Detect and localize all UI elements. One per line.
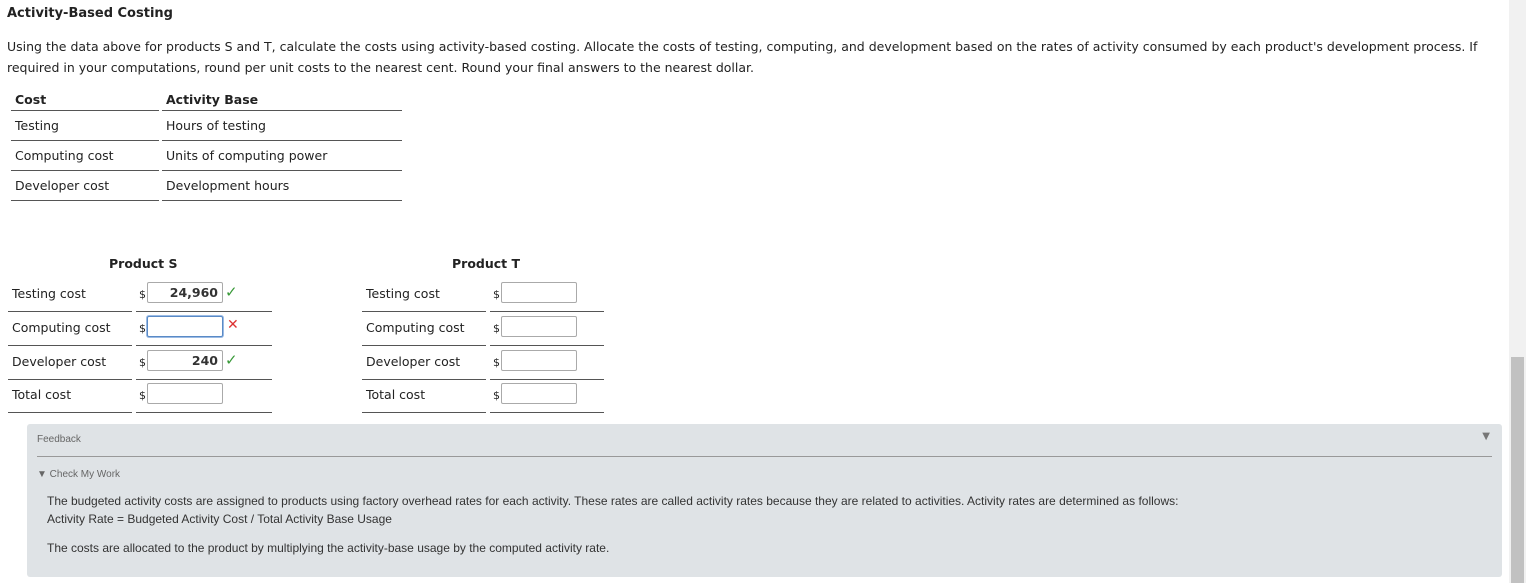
activity-base-table: Cost Activity Base Testing Hours of test… xyxy=(8,88,405,201)
feedback-paragraph-2: The costs are allocated to the product b… xyxy=(47,541,610,555)
page-title: Activity-Based Costing xyxy=(7,6,173,21)
row-label: Total cost xyxy=(8,380,132,413)
table-row: Testing Hours of testing xyxy=(11,111,402,141)
product-s-computing-input[interactable] xyxy=(147,316,223,337)
checkmark-icon: ✓ xyxy=(225,283,238,301)
activity-base-cell: Units of computing power xyxy=(162,141,402,171)
amount-cell: $ ✕ xyxy=(136,313,272,346)
product-s-title: Product S xyxy=(109,256,178,271)
product-t-testing-input[interactable] xyxy=(501,282,577,303)
amount-cell: $ ✓ xyxy=(136,347,272,380)
check-my-work-toggle[interactable]: ▼ Check My Work xyxy=(37,469,120,480)
currency-symbol: $ xyxy=(493,356,500,369)
header-cost: Cost xyxy=(11,88,159,111)
amount-cell: $ ✓ xyxy=(136,279,272,312)
feedback-panel: Feedback ▼ ▼ Check My Work The budgeted … xyxy=(27,424,1502,577)
table-row: Developer cost Development hours xyxy=(11,171,402,201)
currency-symbol: $ xyxy=(493,288,500,301)
x-mark-icon: ✕ xyxy=(227,317,239,333)
amount-cell: $ xyxy=(490,347,604,380)
currency-symbol: $ xyxy=(139,288,146,301)
feedback-paragraph-1-line-1: The budgeted activity costs are assigned… xyxy=(47,494,1179,508)
instructions-text: Using the data above for products S and … xyxy=(7,39,1478,75)
cost-cell: Computing cost xyxy=(11,141,159,171)
product-t-title: Product T xyxy=(452,256,521,271)
row-label: Computing cost xyxy=(8,313,132,346)
scrollbar-thumb[interactable] xyxy=(1511,357,1524,583)
amount-cell: $ xyxy=(490,313,604,346)
cost-cell: Testing xyxy=(11,111,159,141)
currency-symbol: $ xyxy=(493,389,500,402)
row-label: Testing cost xyxy=(362,279,486,312)
cost-cell: Developer cost xyxy=(11,171,159,201)
row-label: Developer cost xyxy=(8,347,132,380)
product-t-computing-input[interactable] xyxy=(501,316,577,337)
row-label: Developer cost xyxy=(362,347,486,380)
currency-symbol: $ xyxy=(139,322,146,335)
row-label: Testing cost xyxy=(8,279,132,312)
activity-base-cell: Development hours xyxy=(162,171,402,201)
table-row: Computing cost Units of computing power xyxy=(11,141,402,171)
row-label: Total cost xyxy=(362,380,486,413)
feedback-paragraph-1-line-2: Activity Rate = Budgeted Activity Cost /… xyxy=(47,512,392,526)
triangle-down-icon[interactable]: ▼ xyxy=(1482,431,1490,442)
currency-symbol: $ xyxy=(139,389,146,402)
currency-symbol: $ xyxy=(493,322,500,335)
activity-base-cell: Hours of testing xyxy=(162,111,402,141)
amount-cell: $ xyxy=(490,279,604,312)
amount-cell: $ xyxy=(490,380,604,413)
currency-symbol: $ xyxy=(139,356,146,369)
checkmark-icon: ✓ xyxy=(225,351,238,369)
header-activity-base: Activity Base xyxy=(162,88,402,111)
product-t-total-input[interactable] xyxy=(501,383,577,404)
product-t-developer-input[interactable] xyxy=(501,350,577,371)
product-s-testing-input[interactable] xyxy=(147,282,223,303)
feedback-label[interactable]: Feedback xyxy=(37,434,81,445)
divider xyxy=(37,456,1492,457)
product-s-developer-input[interactable] xyxy=(147,350,223,371)
product-s-total-input[interactable] xyxy=(147,383,223,404)
row-label: Computing cost xyxy=(362,313,486,346)
table-header-row: Cost Activity Base xyxy=(11,88,402,111)
amount-cell: $ xyxy=(136,380,272,413)
